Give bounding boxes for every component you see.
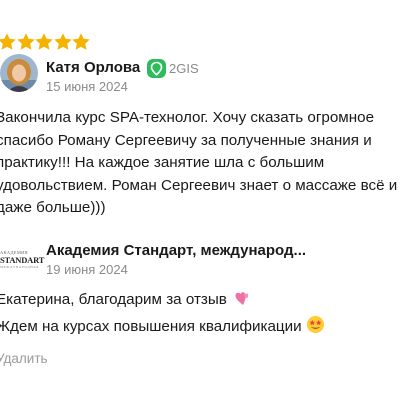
star-icon	[53, 32, 73, 52]
star-struck-emoji-icon	[306, 315, 325, 342]
source-name: 2GIS	[169, 60, 199, 76]
star-icon	[34, 32, 54, 52]
star-icon	[16, 32, 36, 52]
source-badge: 2GIS	[147, 58, 199, 78]
reply-line: Екатерина, благодарим за отзыв	[0, 289, 398, 315]
reply-line-text: Ждем на курсах повышения квалификации	[0, 317, 302, 335]
reply-text: Екатерина, благодарим за отзыв Ждем на к…	[0, 289, 398, 341]
review-text: Закончила курс SPA-технолог. Хочу сказат…	[0, 109, 398, 216]
reply-line-text: Екатерина, благодарим за отзыв	[0, 291, 227, 308]
company-logo: АКАДЕМИЯ STANDART МЕЖДУНАРОДНАЯ	[0, 242, 44, 276]
star-icon	[71, 32, 91, 52]
logo-line-3: МЕЖДУНАРОДНАЯ	[0, 264, 39, 269]
2gis-logo-icon	[147, 58, 166, 78]
logo-line-2: STANDART	[0, 254, 45, 265]
reply-date: 19 июня 2024	[46, 262, 128, 277]
review-author-name[interactable]: Катя Орлова	[46, 59, 140, 76]
two-hearts-emoji-icon	[231, 289, 251, 315]
reply-line: Ждем на курсах повышения квалификации	[0, 315, 398, 342]
user-photo-avatar[interactable]	[0, 54, 38, 92]
star-icon	[0, 32, 17, 52]
reply-author-name[interactable]: Академия Стандарт, международ...	[46, 242, 306, 259]
delete-reply-link[interactable]: Удалить	[0, 351, 48, 366]
review-date: 15 июня 2024	[46, 79, 128, 94]
